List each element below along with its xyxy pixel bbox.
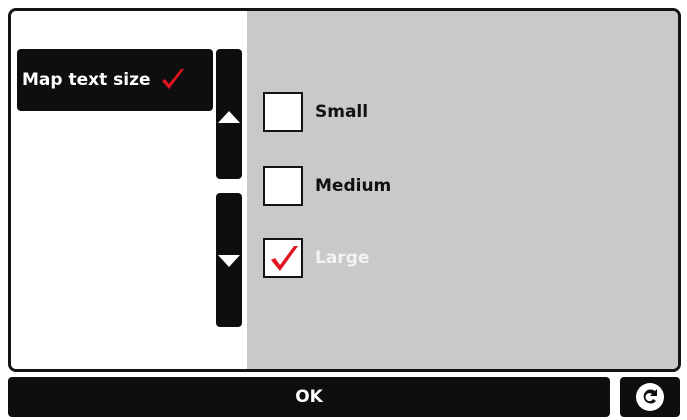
option-small[interactable]: Small bbox=[263, 91, 368, 133]
options-pane: Small Medium Large bbox=[247, 11, 678, 369]
option-medium[interactable]: Medium bbox=[263, 165, 391, 207]
scroll-down-button[interactable] bbox=[216, 193, 242, 327]
menu-item-map-text-size[interactable]: Map text size bbox=[17, 49, 213, 111]
back-button[interactable] bbox=[620, 377, 680, 417]
option-large[interactable]: Large bbox=[263, 237, 369, 279]
menu-list-pane: Map text size bbox=[11, 11, 247, 369]
option-large-label: Large bbox=[315, 248, 370, 268]
option-medium-label: Medium bbox=[315, 176, 392, 196]
checkmark-icon bbox=[159, 66, 187, 94]
ok-button-label: OK bbox=[295, 387, 323, 407]
arrow-up-icon bbox=[218, 111, 240, 123]
option-medium-checkbox[interactable] bbox=[263, 166, 303, 206]
device-screen: Map text size Small Medium Large bbox=[8, 8, 681, 372]
option-large-checkbox[interactable] bbox=[263, 238, 303, 278]
scroll-up-button[interactable] bbox=[216, 49, 242, 179]
ok-button[interactable]: OK bbox=[8, 377, 610, 417]
app-frame: Map text size Small Medium Large OK bbox=[0, 0, 687, 420]
menu-item-label: Map text size bbox=[22, 70, 151, 90]
checkmark-icon bbox=[271, 246, 298, 271]
option-small-checkbox[interactable] bbox=[263, 92, 303, 132]
option-small-label: Small bbox=[315, 102, 369, 122]
back-arrow-icon bbox=[636, 383, 664, 411]
arrow-down-icon bbox=[218, 255, 240, 267]
